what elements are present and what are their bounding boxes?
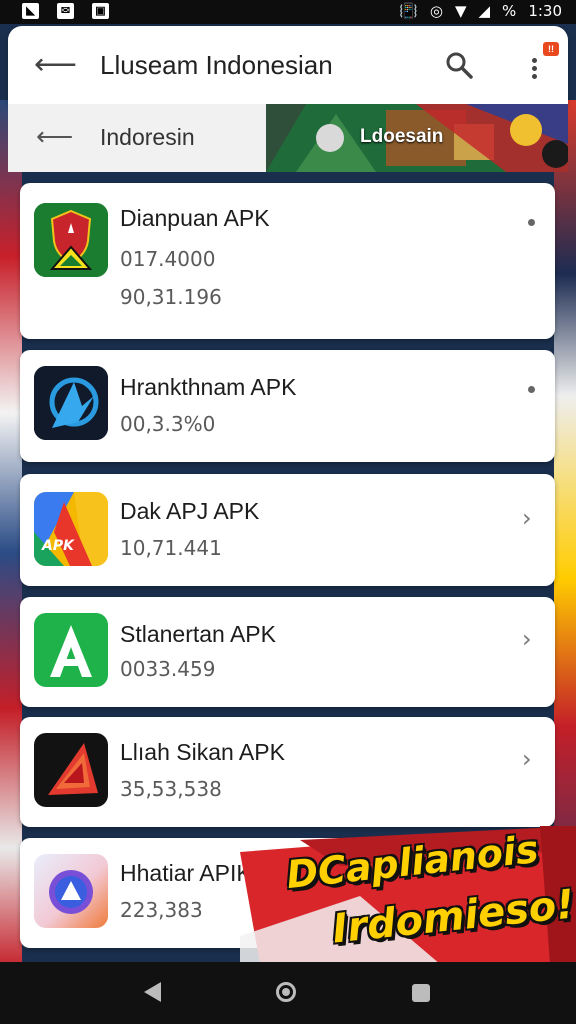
navigation-bar bbox=[0, 962, 576, 1024]
nav-back-icon[interactable] bbox=[144, 982, 161, 1002]
alarm-icon: ◎ bbox=[429, 2, 443, 20]
app-downloads: 90,31.196 bbox=[120, 285, 222, 309]
app-name: Llıah Sikan APK bbox=[120, 739, 285, 765]
app-version: 35,53,538 bbox=[120, 777, 222, 801]
vibrate-icon: 📳 bbox=[399, 2, 418, 20]
status-bar: ◣ ✉ ▣ 📳 ◎ ▼ ◢ % 1:30 bbox=[0, 0, 576, 24]
background-left-decoration bbox=[0, 100, 22, 970]
app-name: Dianpuan APK bbox=[120, 205, 270, 231]
app-name: Hrankthnam APK bbox=[120, 374, 297, 400]
app-icon-emblem bbox=[34, 203, 108, 277]
list-item[interactable]: APK Dak APJ APK 10,71.441 › bbox=[20, 474, 555, 586]
app-name: Hhatiar APIK bbox=[120, 860, 252, 886]
app-bar: ⟵ Lluseam Indonesian !! bbox=[8, 26, 568, 104]
app-icon-a-logo bbox=[34, 366, 108, 440]
chevron-right-icon[interactable]: › bbox=[522, 625, 532, 653]
list-item[interactable]: Stlanertan APK 0033.459 › bbox=[20, 597, 555, 707]
svg-text:APK: APK bbox=[41, 538, 75, 554]
battery-icon: % bbox=[502, 2, 517, 20]
app-icon-colorful-a: APK bbox=[34, 492, 108, 566]
section-title: Indoresin bbox=[100, 124, 195, 150]
app-version: 00,3.3%0 bbox=[120, 412, 216, 436]
signal-icon: ◢ bbox=[478, 2, 491, 20]
list-item[interactable]: Hrankthnam APK 00,3.3%0 bbox=[20, 350, 555, 462]
notification-icon: ◣ bbox=[22, 3, 39, 19]
app-version: 017.4000 bbox=[120, 247, 216, 271]
chevron-right-icon[interactable]: › bbox=[522, 745, 532, 773]
app-version: 0033.459 bbox=[120, 657, 216, 681]
list-item[interactable]: Dianpuan APK 017.4000 90,31.196 bbox=[20, 183, 555, 339]
app-icon-gradient-triangle bbox=[34, 854, 108, 928]
page-title: Lluseam Indonesian bbox=[100, 50, 333, 80]
back-arrow-icon[interactable]: ⟵ bbox=[36, 122, 73, 150]
banner-label: Ldoesain bbox=[360, 126, 444, 147]
kebab-icon[interactable] bbox=[528, 386, 535, 393]
kebab-icon[interactable] bbox=[528, 219, 535, 226]
app-version: 10,71.441 bbox=[120, 536, 222, 560]
sub-header: ⟵ Indoresin Ldoesain bbox=[8, 104, 568, 172]
clock: 1:30 bbox=[528, 2, 562, 20]
search-icon[interactable] bbox=[444, 50, 474, 80]
chevron-right-icon[interactable]: › bbox=[522, 504, 532, 532]
app-icon-red-triangle bbox=[34, 733, 108, 807]
app-name: Dak APJ APK bbox=[120, 498, 260, 524]
app-version: 223,383 bbox=[120, 898, 203, 922]
nav-home-icon[interactable] bbox=[276, 982, 296, 1002]
promo-banner: DCaplianois Irdomieso! bbox=[240, 826, 576, 964]
wifi-icon: ▼ bbox=[454, 2, 467, 20]
notification-badge: !! bbox=[543, 42, 559, 56]
mail-icon: ✉ bbox=[57, 3, 74, 19]
app-name: Stlanertan APK bbox=[120, 621, 276, 647]
list-item[interactable]: Llıah Sikan APK 35,53,538 › bbox=[20, 717, 555, 827]
app-icon-green-a bbox=[34, 613, 108, 687]
back-arrow-icon[interactable]: ⟵ bbox=[34, 50, 77, 80]
app-notification-icon: ▣ bbox=[92, 3, 109, 19]
nav-recents-icon[interactable] bbox=[412, 984, 430, 1002]
